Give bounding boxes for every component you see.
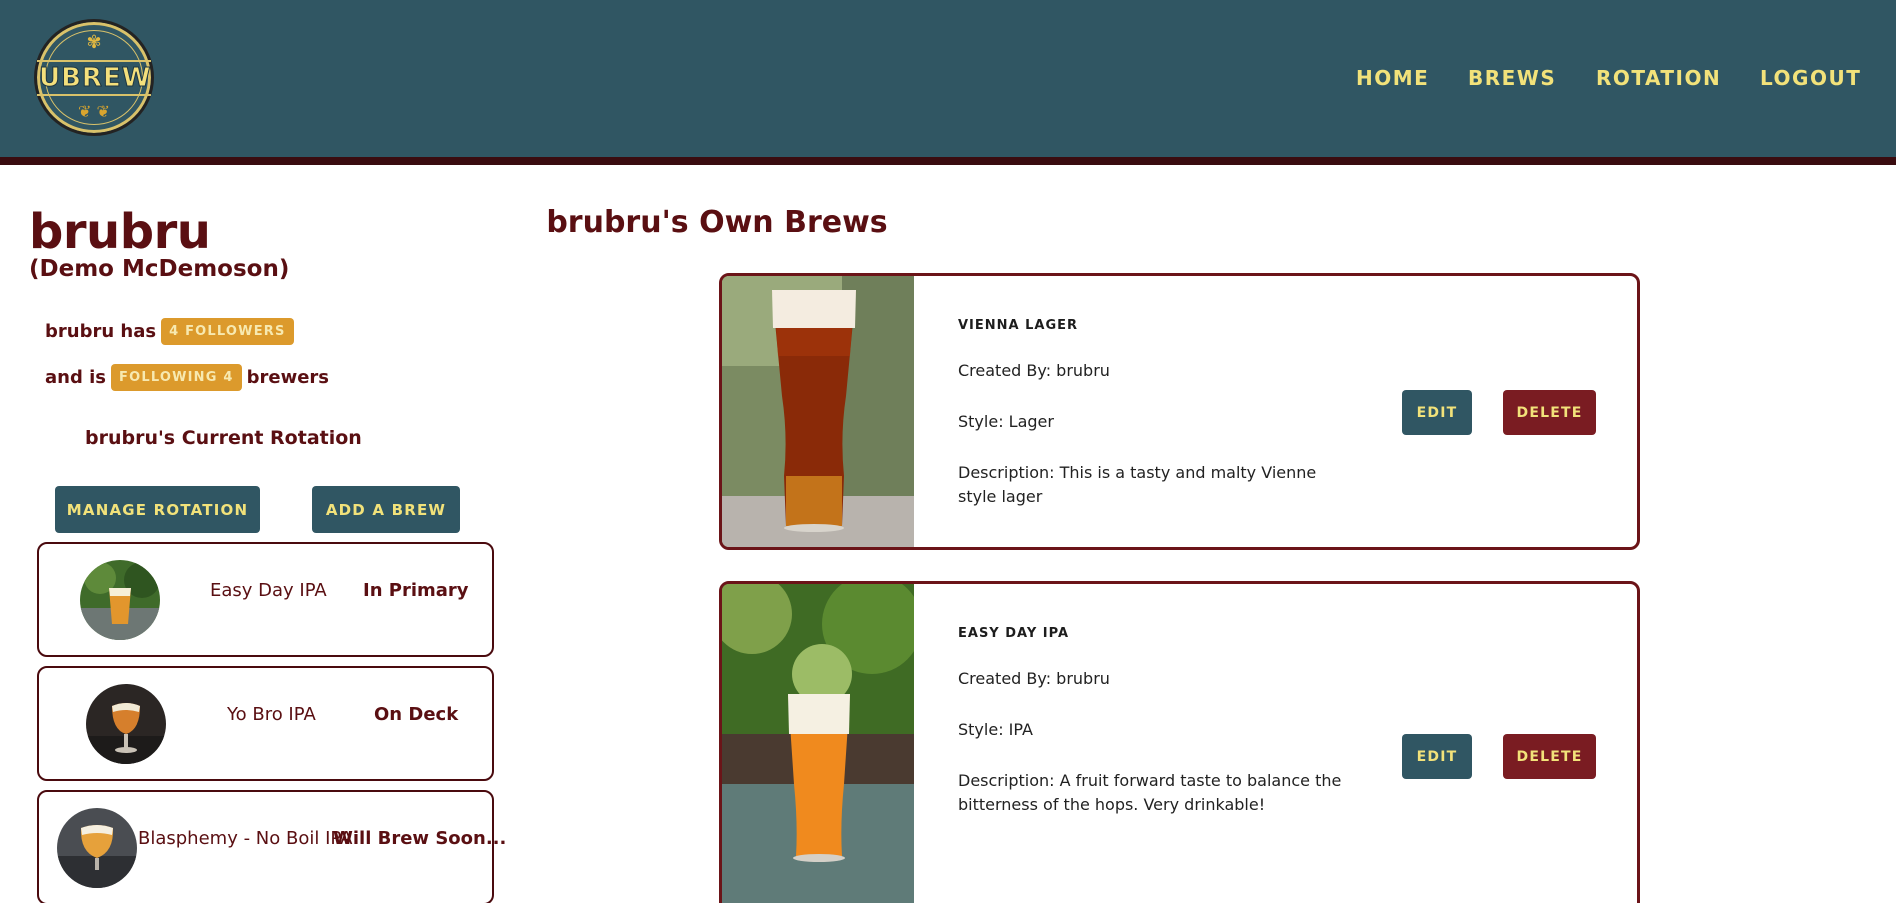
rotation-brew-thumbnail <box>57 808 137 888</box>
brew-name: VIENNA LAGER <box>958 318 1079 333</box>
following-prefix: and is <box>45 367 106 388</box>
rotation-brew-status: Will Brew Soon... <box>333 828 507 849</box>
following-line: and is FOLLOWING 4 brewers <box>45 364 329 391</box>
nav-brews-link[interactable]: BREWS <box>1468 66 1556 90</box>
logo-text: UBREW <box>39 63 152 94</box>
followers-prefix: brubru has <box>45 321 157 342</box>
followers-badge[interactable]: 4 FOLLOWERS <box>161 318 294 345</box>
brew-photo <box>722 584 914 903</box>
brew-description: Description: This is a tasty and malty V… <box>958 463 1317 506</box>
brew-info: EASY DAY IPA Created By: brubru Style: I… <box>958 626 1348 844</box>
own-brews-title: brubru's Own Brews <box>0 205 1896 240</box>
edit-brew-button[interactable]: EDIT <box>1402 390 1472 435</box>
edit-brew-button[interactable]: EDIT <box>1402 734 1472 779</box>
rotation-brew-thumbnail <box>80 560 160 640</box>
hops-icon: ❦ ❦ <box>78 102 110 121</box>
rotation-card[interactable]: Yo Bro IPA On Deck <box>37 666 494 781</box>
brew-created-by: Created By: brubru <box>958 361 1110 380</box>
brew-card: VIENNA LAGER Created By: brubru Style: L… <box>719 273 1640 550</box>
following-suffix: brewers <box>246 367 329 388</box>
following-badge[interactable]: FOLLOWING 4 <box>111 364 242 391</box>
brew-name: EASY DAY IPA <box>958 626 1070 641</box>
delete-brew-button[interactable]: DELETE <box>1503 390 1596 435</box>
brew-created-by: Created By: brubru <box>958 669 1110 688</box>
brew-card: EASY DAY IPA Created By: brubru Style: I… <box>719 581 1640 903</box>
rotation-brew-name: Yo Bro IPA <box>227 704 316 725</box>
wheat-icon: ✾ <box>86 32 102 53</box>
brew-style: Style: IPA <box>958 720 1033 739</box>
brew-description: Description: A fruit forward taste to ba… <box>958 771 1342 814</box>
brew-photo <box>722 276 914 547</box>
followers-line: brubru has 4 FOLLOWERS <box>45 318 299 345</box>
rotation-brew-status: On Deck <box>374 704 459 725</box>
brew-style: Style: Lager <box>958 412 1054 431</box>
rotation-brew-name: Easy Day IPA <box>210 580 327 601</box>
brew-info: VIENNA LAGER Created By: brubru Style: L… <box>958 318 1348 536</box>
manage-rotation-button[interactable]: MANAGE ROTATION <box>55 486 260 533</box>
profile-full-name: (Demo McDemoson) <box>29 256 290 282</box>
site-header: ✾ UBREW ❦ ❦ HOME BREWS ROTATION LOGOUT <box>0 0 1896 165</box>
rotation-brew-status: In Primary <box>363 580 469 601</box>
ubrew-logo[interactable]: ✾ UBREW ❦ ❦ <box>34 19 154 136</box>
rotation-brew-thumbnail <box>86 684 166 764</box>
current-rotation-title: brubru's Current Rotation <box>85 427 362 449</box>
nav-logout-link[interactable]: LOGOUT <box>1760 66 1861 90</box>
nav-home-link[interactable]: HOME <box>1356 66 1429 90</box>
nav-rotation-link[interactable]: ROTATION <box>1596 66 1721 90</box>
own-brews-title-text: brubru's Own Brews <box>546 205 888 240</box>
rotation-brew-name: Blasphemy - No Boil IPA <box>138 828 353 849</box>
add-brew-button[interactable]: ADD A BREW <box>312 486 460 533</box>
rotation-card[interactable]: Blasphemy - No Boil IPA Will Brew Soon..… <box>37 790 506 903</box>
rotation-card[interactable]: Easy Day IPA In Primary <box>37 542 494 657</box>
delete-brew-button[interactable]: DELETE <box>1503 734 1596 779</box>
